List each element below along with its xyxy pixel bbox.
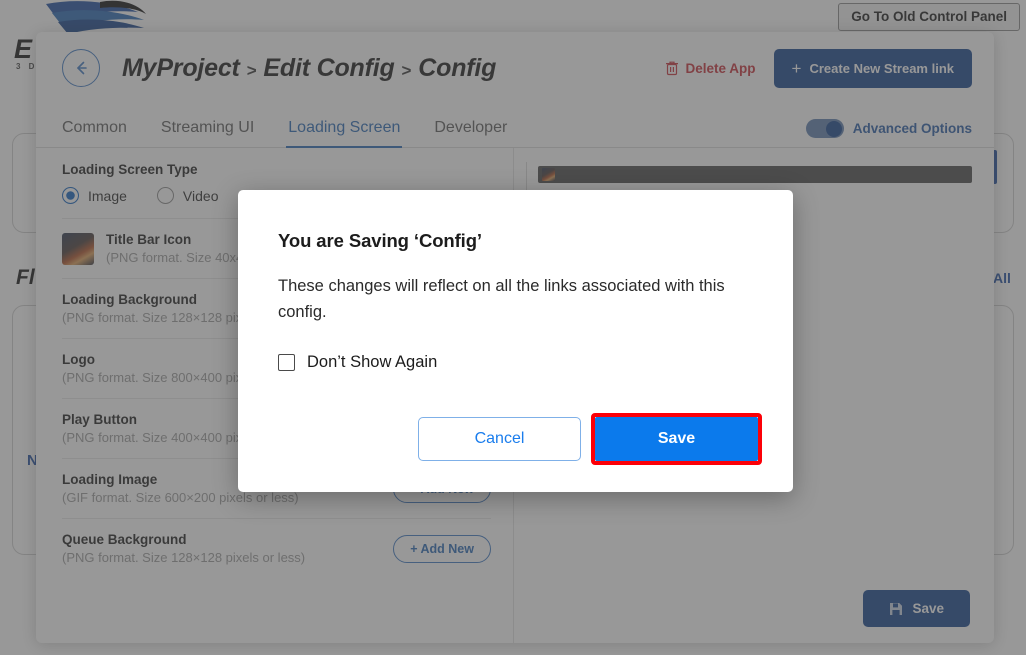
checkbox-box-icon (278, 354, 295, 372)
modal-body-text: These changes will reflect on all the li… (278, 277, 725, 322)
modal-actions: Cancel Save (418, 413, 762, 465)
dont-show-again-checkbox[interactable]: Don’t Show Again (278, 353, 753, 372)
modal-title: You are Saving ‘Config’ (278, 230, 482, 251)
dont-show-again-label: Don’t Show Again (307, 353, 438, 372)
screen-root: E 3 D Go To Old Control Panel Fl All N M… (0, 0, 1026, 655)
save-button-highlight: Save (591, 413, 762, 465)
saving-config-modal: You are Saving ‘Config’ These changes wi… (238, 190, 793, 492)
cancel-button[interactable]: Cancel (418, 417, 581, 461)
modal-save-button[interactable]: Save (595, 417, 758, 461)
